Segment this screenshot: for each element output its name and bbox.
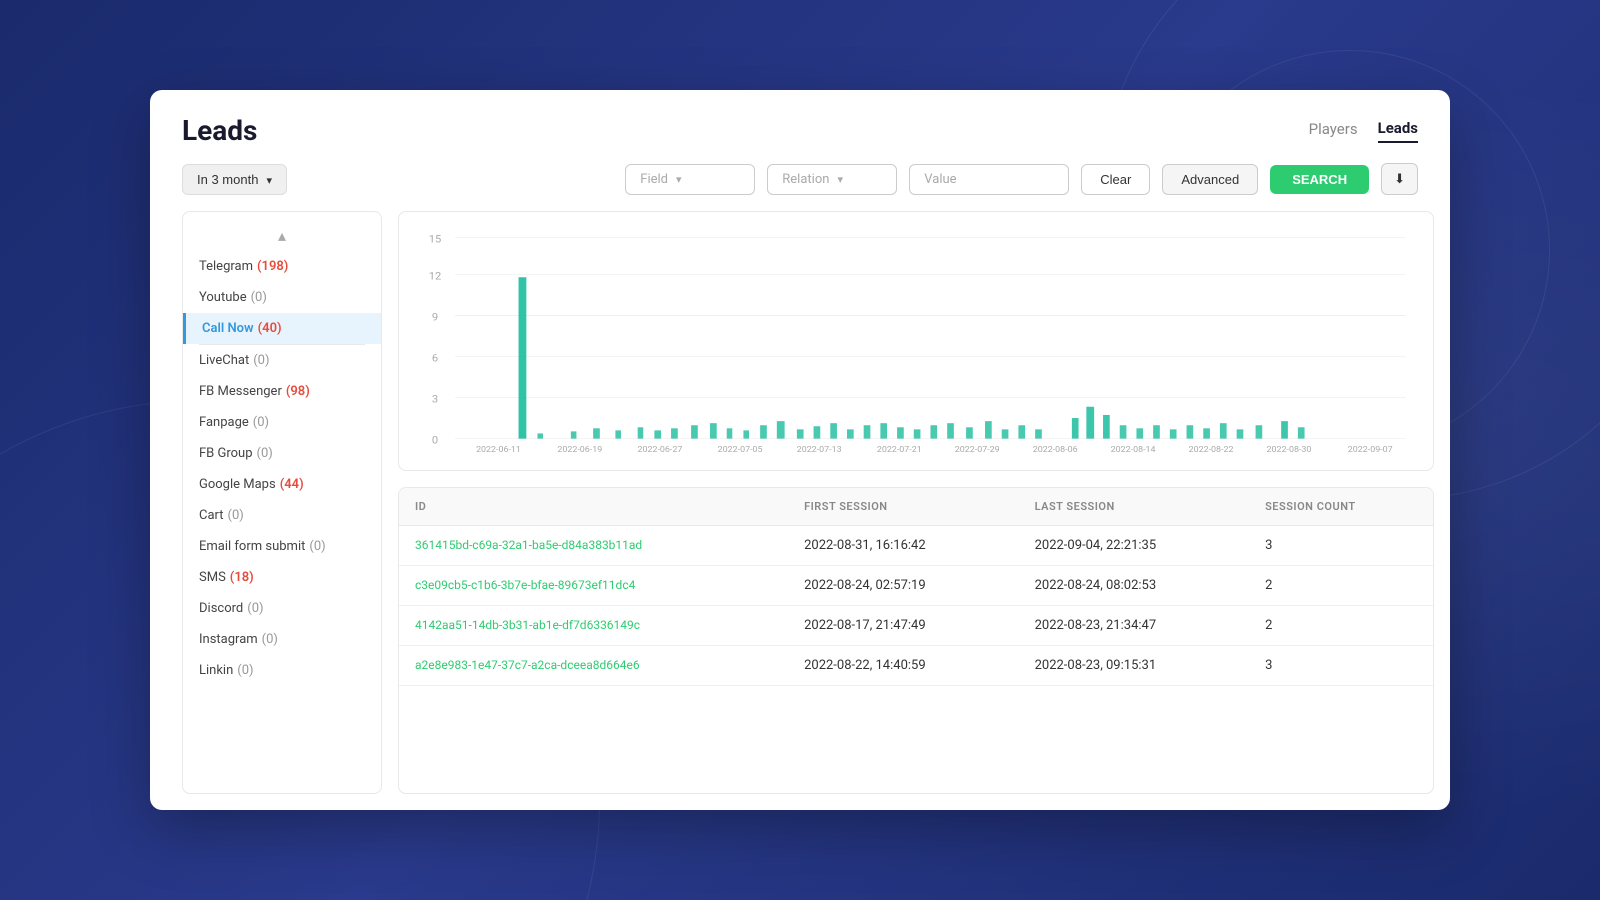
period-label: In 3 month [197,172,258,187]
cell-last-session: 2022-08-23, 21:34:47 [1019,606,1250,646]
cell-session-count: 3 [1249,526,1433,566]
chart-svg: 0 3 6 9 12 15 [415,228,1417,454]
leads-table: ID FIRST SESSION LAST SESSION SESSION CO… [399,488,1433,686]
cell-id[interactable]: 361415bd-c69a-32a1-ba5e-d84a383b11ad [399,526,788,566]
period-chevron [266,172,272,187]
col-session-count: SESSION COUNT [1249,488,1433,526]
table-row: 4142aa51-14db-3b31-ab1e-df7d6336149c 202… [399,606,1433,646]
cell-session-count: 3 [1249,646,1433,686]
cell-first-session: 2022-08-31, 16:16:42 [788,526,1019,566]
svg-text:2022-08-22: 2022-08-22 [1189,445,1234,454]
sidebar-item-fbgroup[interactable]: FB Group (0) [183,438,381,469]
field-placeholder: Field [640,172,668,187]
cell-id[interactable]: a2e8e983-1e47-37c7-a2ca-dceea8d664e6 [399,646,788,686]
cell-session-count: 2 [1249,606,1433,646]
sidebar-item-discord[interactable]: Discord (0) [183,593,381,624]
advanced-button[interactable]: Advanced [1162,164,1258,195]
value-input[interactable]: Value [909,164,1069,195]
relation-placeholder: Relation [782,172,829,187]
chart-container: 0 3 6 9 12 15 [398,211,1434,471]
sidebar-item-callnow[interactable]: Call Now (40) [183,313,381,344]
cell-last-session: 2022-09-04, 22:21:35 [1019,526,1250,566]
svg-text:12: 12 [429,270,442,282]
sidebar: ▴ Telegram (198) Youtube (0) Call Now (4… [182,211,382,794]
tab-players[interactable]: Players [1309,120,1358,142]
cell-last-session: 2022-08-23, 09:15:31 [1019,646,1250,686]
clear-button[interactable]: Clear [1081,164,1150,195]
table-header-row: ID FIRST SESSION LAST SESSION SESSION CO… [399,488,1433,526]
relation-chevron [837,172,843,187]
field-select[interactable]: Field [625,164,755,195]
svg-text:2022-09-07: 2022-09-07 [1348,445,1393,454]
table-row: a2e8e983-1e47-37c7-a2ca-dceea8d664e6 202… [399,646,1433,686]
svg-text:2022-06-19: 2022-06-19 [557,445,602,454]
col-first-session: FIRST SESSION [788,488,1019,526]
main-card: Leads Players Leads In 3 month Field Rel… [150,90,1450,810]
svg-text:2022-08-06: 2022-08-06 [1033,445,1078,454]
cell-first-session: 2022-08-24, 02:57:19 [788,566,1019,606]
svg-text:6: 6 [432,352,438,364]
svg-text:2022-07-13: 2022-07-13 [797,445,842,454]
field-chevron [676,172,682,187]
cell-id[interactable]: 4142aa51-14db-3b31-ab1e-df7d6336149c [399,606,788,646]
search-button[interactable]: SEARCH [1270,165,1369,194]
sidebar-item-fanpage[interactable]: Fanpage (0) [183,407,381,438]
download-button[interactable]: ⬇ [1381,163,1418,195]
svg-text:2022-06-11: 2022-06-11 [476,445,521,454]
sidebar-item-emailform[interactable]: Email form submit (0) [183,531,381,562]
filter-bar: In 3 month Field Relation Value Clear Ad… [150,147,1450,211]
card-header: Leads Players Leads [150,90,1450,147]
cell-last-session: 2022-08-24, 08:02:53 [1019,566,1250,606]
col-last-session: LAST SESSION [1019,488,1250,526]
sidebar-item-cart[interactable]: Cart (0) [183,500,381,531]
header-tabs: Players Leads [1309,119,1418,143]
svg-text:2022-07-21: 2022-07-21 [877,445,922,454]
sidebar-item-googlemaps[interactable]: Google Maps (44) [183,469,381,500]
table-container: ID FIRST SESSION LAST SESSION SESSION CO… [398,487,1434,794]
svg-text:0: 0 [432,434,438,446]
cell-first-session: 2022-08-22, 14:40:59 [788,646,1019,686]
svg-text:2022-08-30: 2022-08-30 [1267,445,1312,454]
svg-text:15: 15 [429,233,442,245]
svg-text:2022-08-14: 2022-08-14 [1111,445,1156,454]
sidebar-item-linkin[interactable]: Linkin (0) [183,655,381,686]
page-title: Leads [182,114,257,147]
svg-text:2022-06-27: 2022-06-27 [638,445,683,454]
table-row: c3e09cb5-c1b6-3b7e-bfae-89673ef11dc4 202… [399,566,1433,606]
sidebar-item-telegram[interactable]: Telegram (198) [183,251,381,282]
sidebar-item-fbmessenger[interactable]: FB Messenger (98) [183,376,381,407]
relation-select[interactable]: Relation [767,164,897,195]
content-area: ▴ Telegram (198) Youtube (0) Call Now (4… [150,211,1450,810]
col-id: ID [399,488,788,526]
table-row: 361415bd-c69a-32a1-ba5e-d84a383b11ad 202… [399,526,1433,566]
sidebar-item-livechat[interactable]: LiveChat (0) [183,345,381,376]
sidebar-collapse-button[interactable]: ▴ [183,220,381,251]
period-dropdown[interactable]: In 3 month [182,164,287,195]
svg-text:2022-07-05: 2022-07-05 [718,445,763,454]
svg-text:2022-07-29: 2022-07-29 [955,445,1000,454]
sidebar-item-sms[interactable]: SMS (18) [183,562,381,593]
sidebar-item-instagram[interactable]: Instagram (0) [183,624,381,655]
sidebar-item-youtube[interactable]: Youtube (0) [183,282,381,313]
tab-leads[interactable]: Leads [1378,119,1418,143]
cell-session-count: 2 [1249,566,1433,606]
value-placeholder: Value [924,172,956,187]
svg-text:3: 3 [432,393,438,405]
svg-text:9: 9 [432,311,438,323]
cell-first-session: 2022-08-17, 21:47:49 [788,606,1019,646]
cell-id[interactable]: c3e09cb5-c1b6-3b7e-bfae-89673ef11dc4 [399,566,788,606]
main-content: 0 3 6 9 12 15 [398,211,1434,794]
